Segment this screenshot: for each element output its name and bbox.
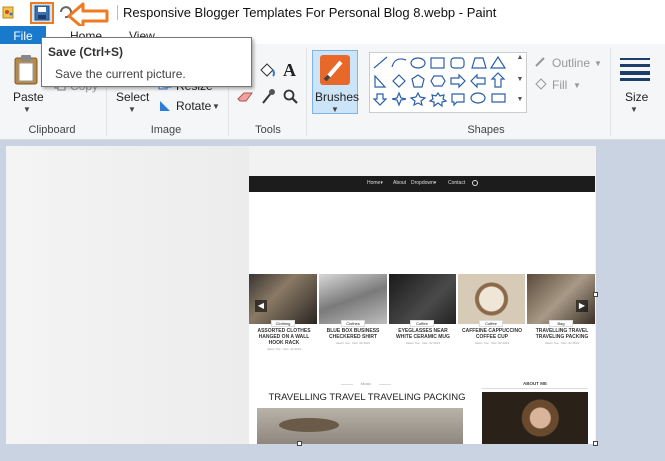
tab-file[interactable]: File [0,26,46,46]
about-photo [482,392,588,444]
window-title: Responsive Blogger Templates For Persona… [123,5,497,20]
slide-title: BLUE BOX BUSINESS CHECKERED SHIRT [326,328,380,340]
tooltip-title: Save (Ctrl+S) [48,45,124,59]
slide-image [527,274,595,324]
slide-meta: Jason Yee · Dec, 02 2021 [266,347,302,351]
shapes-gallery-grid [371,54,517,112]
slide-tag: Coffee [410,320,434,327]
featured-title: TRAVELLING TRAVEL TRAVELING PACKING [268,392,466,403]
eraser-icon[interactable] [236,90,254,104]
size-button[interactable]: Size [625,90,648,104]
website-screenshot: Home▾ About Dropdown▾ Contact ◀ ▶ Clothi… [249,176,595,444]
save-tooltip: Save (Ctrl+S) Save the current picture. [41,37,252,87]
magnifier-icon[interactable] [283,89,299,105]
text-tool-icon[interactable]: A [283,60,296,81]
brushes-dropdown-icon[interactable]: ▼ [331,105,339,114]
slide-tag: Coffee [479,320,503,327]
rotate-button[interactable]: Rotate [176,99,211,113]
slide-title: EYEGLASSES NEAR WHITE CERAMIC MUG [396,328,450,340]
slider-next-icon[interactable]: ▶ [576,300,588,312]
tools-group-label: Tools [255,124,281,136]
website-nav-item: Contact [448,180,466,186]
paint-app-icon[interactable] [2,4,16,20]
shapes-group-label: Shapes [467,124,505,136]
ribbon-separator [306,48,307,136]
slide-tag: Clothing [271,320,295,327]
slide-meta: Jason Yee · Dec, 02 2021 [544,341,580,345]
outline-icon[interactable] [534,56,548,68]
slide-image [249,274,317,324]
canvas-resize-handle[interactable] [593,292,598,297]
fill-icon[interactable] [534,78,548,90]
outline-button[interactable]: Outline [552,56,590,70]
slide-tag: Clothes [341,320,365,327]
shapes-expand-icon[interactable]: ▼ [515,96,525,110]
select-button[interactable]: Select [116,90,149,104]
slider-prev-icon[interactable]: ◀ [255,300,267,312]
slide-meta: Jason Yee · Dec, 02 2021 [405,341,441,345]
save-icon[interactable] [30,2,54,24]
slide-image [319,274,387,324]
tooltip-description: Save the current picture. [55,67,186,81]
size-dropdown-icon[interactable]: ▼ [630,105,638,114]
slide-title: TRAVELLING TRAVEL TRAVELING PACKING [535,328,589,340]
brush-icon [319,54,351,86]
slide-image [458,274,525,324]
select-dropdown-icon[interactable]: ▼ [128,105,136,114]
color-picker-icon[interactable] [260,88,276,106]
canvas-light-panel [6,146,249,444]
image-group-label: Image [150,124,182,136]
rotate-dropdown-icon[interactable]: ▼ [212,102,220,111]
shapes-scroll-down-icon[interactable]: ▼ [515,76,525,90]
fill-button[interactable]: Fill [552,78,567,92]
rotate-icon[interactable] [158,99,172,113]
paste-button[interactable]: Paste [13,90,44,104]
featured-tag: Music [353,381,379,386]
about-heading-line [482,388,588,389]
slide-meta: Jason Yee · Dec, 02 2021 [474,341,510,345]
website-nav-item: About [393,180,407,186]
featured-image-detail [279,418,339,432]
about-heading: ABOUT ME [523,381,547,386]
website-nav-item: Dropdown▾ [411,180,437,186]
clipboard-group-label: Clipboard [28,124,76,136]
paste-dropdown-icon[interactable]: ▼ [23,105,31,114]
slide-title: ASSORTED CLOTHES HANGED ON A WALL HOOK R… [257,328,311,346]
size-icon[interactable] [619,56,651,82]
title-divider [117,5,118,20]
brushes-label: Brushes [315,90,360,104]
slide-image [389,274,456,324]
slide-meta: Jason Yee · Dec, 02 2021 [335,341,371,345]
fill-bucket-icon[interactable] [258,62,276,80]
paste-icon[interactable] [12,54,42,86]
slide-title: CAFFEINE CAPPUCCINO COFFEE CUP [461,328,522,340]
website-nav-item: Home▾ [367,180,383,186]
ribbon-separator [610,48,611,136]
slide-tag: Bag [549,320,573,327]
website-search-icon [472,180,478,186]
shapes-scroll-up-icon[interactable]: ▲ [515,54,525,68]
fill-dropdown-icon[interactable]: ▼ [573,81,581,90]
canvas-resize-handle[interactable] [297,441,302,446]
outline-dropdown-icon[interactable]: ▼ [594,59,602,68]
canvas-resize-handle[interactable] [593,441,598,446]
